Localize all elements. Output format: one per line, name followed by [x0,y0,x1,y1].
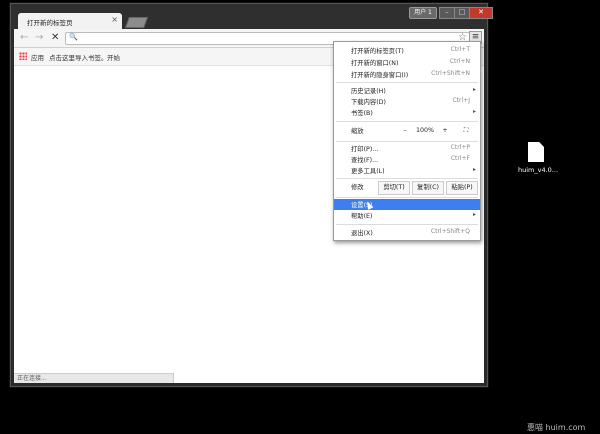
minimize-button[interactable]: – [439,7,455,19]
menu-item-new-tab[interactable]: 打开新的标签页(T) Ctrl+T [334,45,480,56]
forward-icon[interactable]: → [35,32,43,44]
tab-title: 打开新的标签页 [27,19,73,27]
menu-item-bookmarks[interactable]: 书签(B) ▸ [334,107,480,118]
menu-item-downloads[interactable]: 下载内容(D) Ctrl+J [334,96,480,107]
menu-separator [336,121,478,122]
new-tab-button[interactable] [124,17,149,28]
menu-item-help[interactable]: 帮助(E) ▸ [334,210,480,221]
paste-button[interactable]: 粘贴(P) [446,181,478,195]
submenu-arrow-icon: ▸ [472,86,476,93]
title-bar: 打开新的标签页 × 用户 1 – □ ✕ [11,4,493,30]
status-bar: 正在连接... [14,373,174,383]
zoom-row: 缩放 – 100% + ⛶ [334,124,480,138]
tab-close-icon[interactable]: × [111,15,118,24]
zoom-level: 100% [415,127,434,134]
menu-item-print[interactable]: 打印(P)... Ctrl+P [334,143,480,154]
stop-icon[interactable]: ✕ [51,32,59,44]
search-icon: 🔍 [69,33,78,41]
import-bookmarks-hint[interactable]: 点击这里导入书签。 [49,52,108,62]
edit-row: 修改 剪切(T) 复制(C) 粘贴(P) [334,180,480,195]
zoom-out-button[interactable]: – [398,125,412,137]
start-link[interactable]: 开始 [107,52,120,62]
submenu-arrow-icon: ▸ [472,108,476,115]
menu-separator [336,197,478,198]
menu-separator [336,141,478,142]
menu-item-settings[interactable]: 设置(S) [334,199,480,210]
apps-icon[interactable] [19,52,27,60]
menu-separator [336,178,478,179]
menu-item-find[interactable]: 查找(F)... Ctrl+F [334,154,480,165]
cut-button[interactable]: 剪切(T) [378,181,410,195]
fullscreen-icon[interactable]: ⛶ [458,125,474,137]
maximize-button[interactable]: □ [454,7,470,19]
zoom-label: 缩放 [351,128,364,135]
menu-separator [336,224,478,225]
user-profile-button[interactable]: 用户 1 [409,7,437,19]
submenu-arrow-icon: ▸ [472,211,476,218]
menu-item-more-tools[interactable]: 更多工具(L) ▸ [334,165,480,176]
back-icon[interactable]: ← [20,32,28,44]
copy-button[interactable]: 复制(C) [412,181,444,195]
desktop-file-icon[interactable] [528,142,544,162]
menu-item-incognito[interactable]: 打开新的隐身窗口(I) Ctrl+Shift+N [334,69,480,80]
menu-separator [336,82,478,83]
menu-item-exit[interactable]: 退出(X) Ctrl+Shift+Q [334,227,480,238]
submenu-arrow-icon: ▸ [472,166,476,173]
menu-item-new-window[interactable]: 打开新的窗口(N) Ctrl+N [334,57,480,68]
apps-link[interactable]: 应用 [31,52,44,62]
menu-item-history[interactable]: 历史记录(H) ▸ [334,85,480,96]
close-window-button[interactable]: ✕ [469,7,493,19]
edit-label: 修改 [351,184,364,191]
watermark: 惠喵 huim.com [527,423,586,432]
desktop-file-label[interactable]: huim_v4.0... [518,166,558,174]
zoom-in-button[interactable]: + [438,125,452,137]
tab-new-tab[interactable]: 打开新的标签页 × [18,13,122,30]
chrome-menu: 打开新的标签页(T) Ctrl+T 打开新的窗口(N) Ctrl+N 打开新的隐… [333,41,481,241]
